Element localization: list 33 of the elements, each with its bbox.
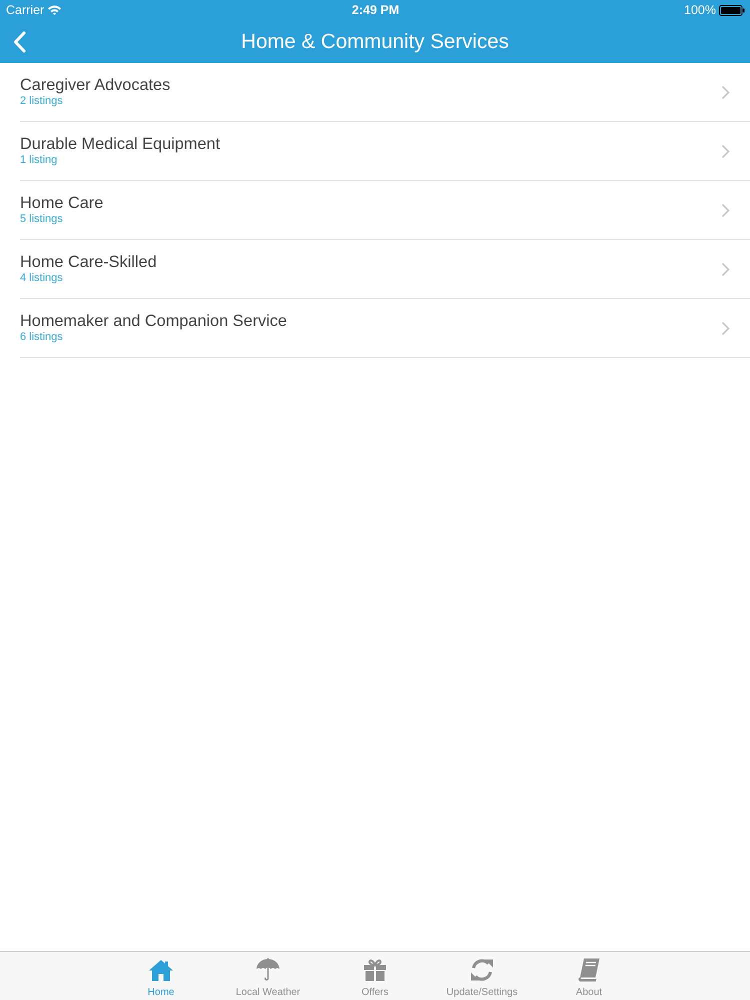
listing-count: 4 listings (20, 272, 64, 285)
chevron-right-icon (722, 262, 730, 276)
battery-percentage: 100% (684, 3, 716, 17)
category-name: Durable Medical Equipment (20, 135, 222, 154)
listing-count: 1 listing (20, 154, 58, 167)
category-list-item[interactable]: Durable Medical Equipment 1 listing (20, 122, 750, 181)
category-list-item[interactable]: Home Care 5 listings (20, 181, 750, 240)
chevron-right-icon (722, 204, 730, 216)
category-list-item[interactable]: Homemaker and Companion Service 6 listings (20, 299, 750, 358)
chevron-right-icon (722, 86, 730, 98)
wifi-icon (48, 5, 62, 15)
status-time: 2:49 PM (352, 3, 400, 17)
back-button[interactable] (11, 30, 27, 54)
battery-icon (719, 4, 745, 16)
chevron-right-icon (722, 144, 730, 158)
carrier-label: Carrier (6, 3, 44, 17)
category-name: Homemaker and Companion Service (20, 312, 288, 331)
listing-count: 6 listings (20, 331, 64, 344)
house-icon (149, 960, 173, 980)
back-chevron-icon (12, 30, 26, 52)
category-name: Home Care-Skilled (20, 253, 158, 272)
category-list-item[interactable]: Caregiver Advocates 2 listings (20, 63, 750, 122)
book-icon (577, 958, 601, 982)
category-list-item[interactable]: Home Care-Skilled 4 listings (20, 240, 750, 299)
screen-title: Home & Community Services (241, 30, 509, 54)
listing-count: 5 listings (20, 213, 64, 226)
listing-count: 2 listings (20, 95, 64, 108)
category-name: Caregiver Advocates (20, 76, 172, 95)
refresh-icon (470, 958, 494, 982)
chevron-right-icon (722, 322, 730, 334)
gift-icon (363, 958, 387, 982)
category-name: Home Care (20, 194, 104, 213)
umbrella-icon (256, 958, 280, 982)
